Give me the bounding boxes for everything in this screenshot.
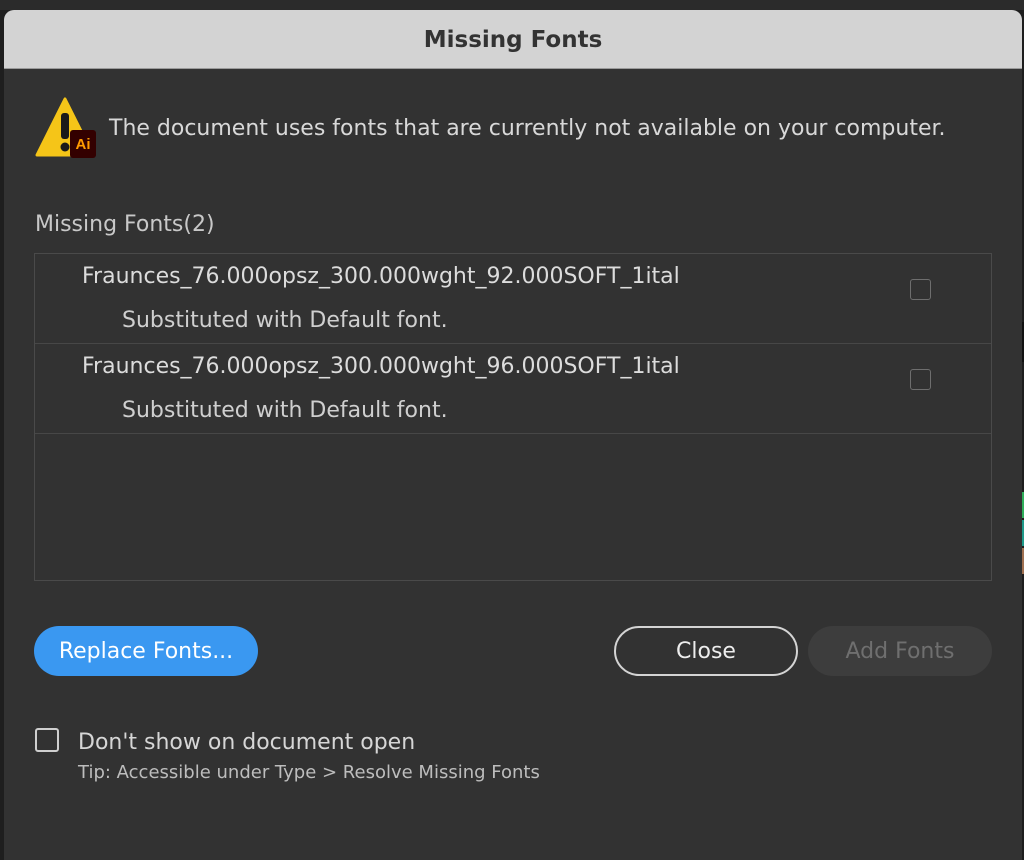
dont-show-label[interactable]: Don't show on document open [78, 730, 415, 755]
font-substitution-status: Substituted with Default font. [122, 308, 448, 333]
font-select-checkbox[interactable] [910, 369, 931, 390]
font-select-checkbox[interactable] [910, 279, 931, 300]
missing-fonts-list[interactable]: Fraunces_76.000opsz_300.000wght_92.000SO… [34, 253, 992, 581]
warning-message: Ai The document uses fonts that are curr… [35, 96, 946, 160]
font-substitution-status: Substituted with Default font. [122, 398, 448, 423]
add-fonts-button[interactable]: Add Fonts [808, 626, 992, 676]
missing-fonts-dialog: Missing Fonts Ai The document uses fonts… [4, 10, 1022, 860]
warning-icon: Ai [35, 96, 97, 160]
close-button[interactable]: Close [614, 626, 798, 676]
dialog-title: Missing Fonts [423, 27, 603, 53]
tip-text: Tip: Accessible under Type > Resolve Mis… [78, 762, 540, 783]
illustrator-app-icon: Ai [70, 130, 96, 158]
top-window-edge [0, 0, 1024, 10]
dont-show-checkbox[interactable] [35, 727, 59, 752]
replace-fonts-button[interactable]: Replace Fonts... [34, 626, 258, 676]
warning-text: The document uses fonts that are current… [109, 115, 946, 141]
missing-fonts-count-label: Missing Fonts(2) [35, 212, 215, 237]
list-item[interactable]: Fraunces_76.000opsz_300.000wght_92.000SO… [35, 254, 991, 344]
font-name: Fraunces_76.000opsz_300.000wght_96.000SO… [82, 354, 680, 379]
font-name: Fraunces_76.000opsz_300.000wght_92.000SO… [82, 264, 680, 289]
list-item[interactable]: Fraunces_76.000opsz_300.000wght_96.000SO… [35, 344, 991, 434]
dialog-titlebar[interactable]: Missing Fonts [4, 10, 1022, 69]
dont-show-option[interactable]: Don't show on document open [35, 724, 415, 755]
